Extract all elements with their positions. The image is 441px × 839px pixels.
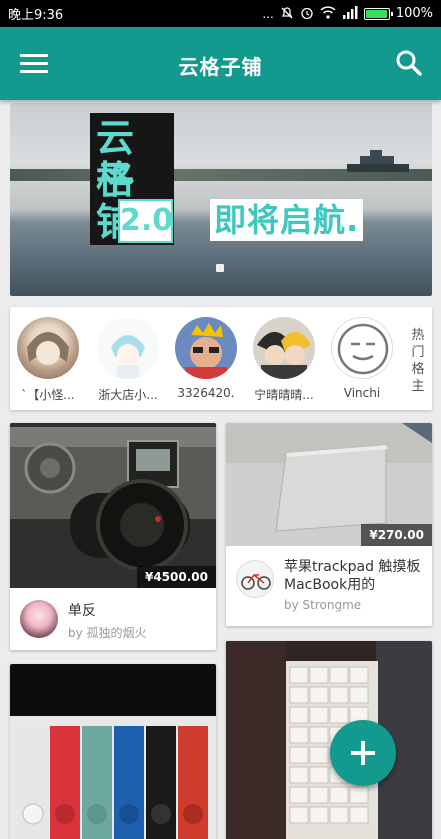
hot-user[interactable]: `【小怪... [14,317,82,403]
mute-icon [280,6,294,22]
alarm-icon [300,6,314,22]
card-body: 单反 by 孤独的烟火 [10,588,216,650]
seller-name: by Strongme [284,598,362,612]
status-bar: 晚上9:36 ... 100% [0,0,441,27]
product-image [226,641,432,839]
product-image [10,664,216,839]
product-image: ¥4500.00 [10,423,216,588]
user-name: Vinchi [343,386,381,400]
product-image: ¥270.00 [226,423,432,546]
hot-users-label[interactable]: 热门格主 [410,327,426,395]
seller-avatar[interactable] [236,560,274,598]
status-icons: ... 100% [262,6,433,22]
hot-user[interactable]: Vinchi [328,317,396,400]
avatar [253,317,315,379]
battery-percent: 100% [395,6,433,21]
battery-icon [363,7,393,20]
avatar [331,317,393,379]
status-time: 晚上9:36 [8,8,64,23]
promo-banner[interactable]: 云格 子铺 2.0 即将启航. [10,103,432,296]
seller-name: by 孤独的烟火 [68,626,147,640]
user-name: 宁晴晴晴... [254,388,314,402]
more-dots: ... [262,6,274,21]
product-card[interactable]: ¥4500.00 单反 by 孤独的烟火 [10,423,216,650]
ship-silhouette [347,150,409,172]
user-name: `【小怪... [21,388,75,402]
avatar [17,317,79,379]
seller-avatar[interactable] [20,600,58,638]
banner-version: 2.0 [118,199,173,243]
hot-user[interactable]: 浙大店小... [94,317,162,403]
search-icon [396,50,422,76]
card-body: 苹果trackpad 触摸板 MacBook用的 by Strongme [226,546,432,622]
hot-user[interactable]: 3326420. [172,317,240,400]
carousel-indicator[interactable] [216,264,224,272]
price-tag: ¥4500.00 [136,566,216,588]
app-bar: 云格子铺 [0,27,441,100]
user-name: 3326420. [177,386,235,400]
product-card[interactable]: ¥270.00 苹果trackpad 触摸板 MacBook用的 by Stro… [226,423,432,626]
banner-tagline: 即将启航. [210,199,364,241]
add-button[interactable] [330,720,396,786]
product-card[interactable] [10,664,216,839]
signal-icon [342,6,358,21]
user-name: 浙大店小... [98,388,158,402]
product-title: 单反 [68,603,96,619]
wifi-icon [320,6,336,21]
product-title: 苹果trackpad 触摸板 MacBook用的 [284,559,421,593]
app-title: 云格子铺 [178,55,263,79]
avatar [175,317,237,379]
hot-users-strip: `【小怪... 浙大店小... 3326420. 宁晴晴晴... Vinchi … [10,307,432,410]
price-tag: ¥270.00 [361,524,432,546]
hot-user[interactable]: 宁晴晴晴... [250,317,318,403]
product-card[interactable] [226,641,432,839]
search-button[interactable] [395,49,423,77]
avatar [97,317,159,379]
